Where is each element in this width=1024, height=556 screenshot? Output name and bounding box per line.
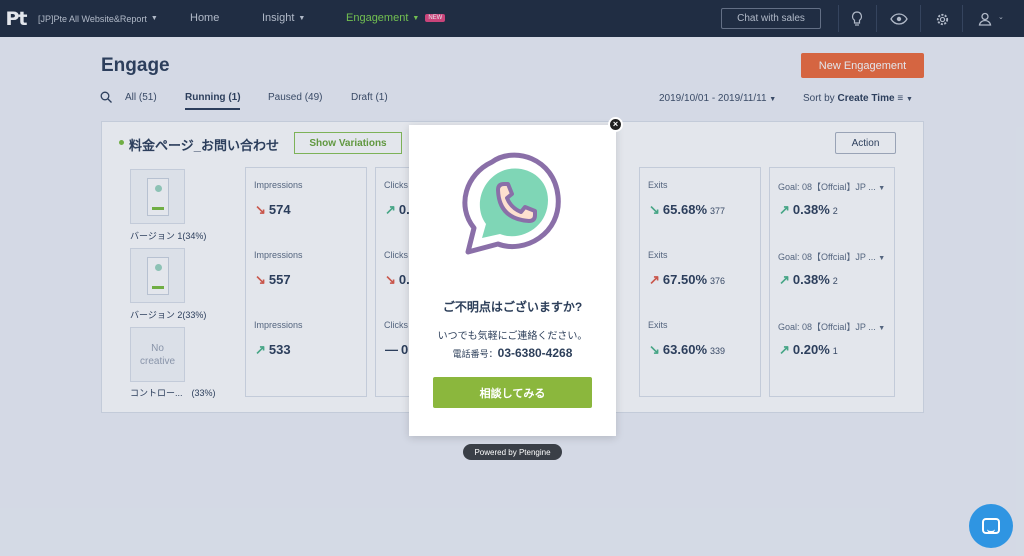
popup-subtext: いつでも気軽にご連絡ください。: [437, 331, 588, 342]
chat-icon: [982, 518, 1000, 534]
phone-number[interactable]: 03-6380-4268: [498, 346, 573, 360]
popup-heading: ご不明点はございますか?: [442, 300, 583, 314]
consult-button[interactable]: 相談してみる: [433, 377, 592, 408]
close-icon[interactable]: ×: [608, 117, 623, 132]
phone-label: 電話番号：: [452, 349, 498, 359]
phone-chat-icon: [454, 150, 574, 265]
powered-by-badge[interactable]: Powered by Ptengine: [463, 444, 562, 460]
popup-phone: 電話番号：03-6380-4268: [409, 346, 616, 360]
chat-widget-button[interactable]: [969, 504, 1013, 548]
